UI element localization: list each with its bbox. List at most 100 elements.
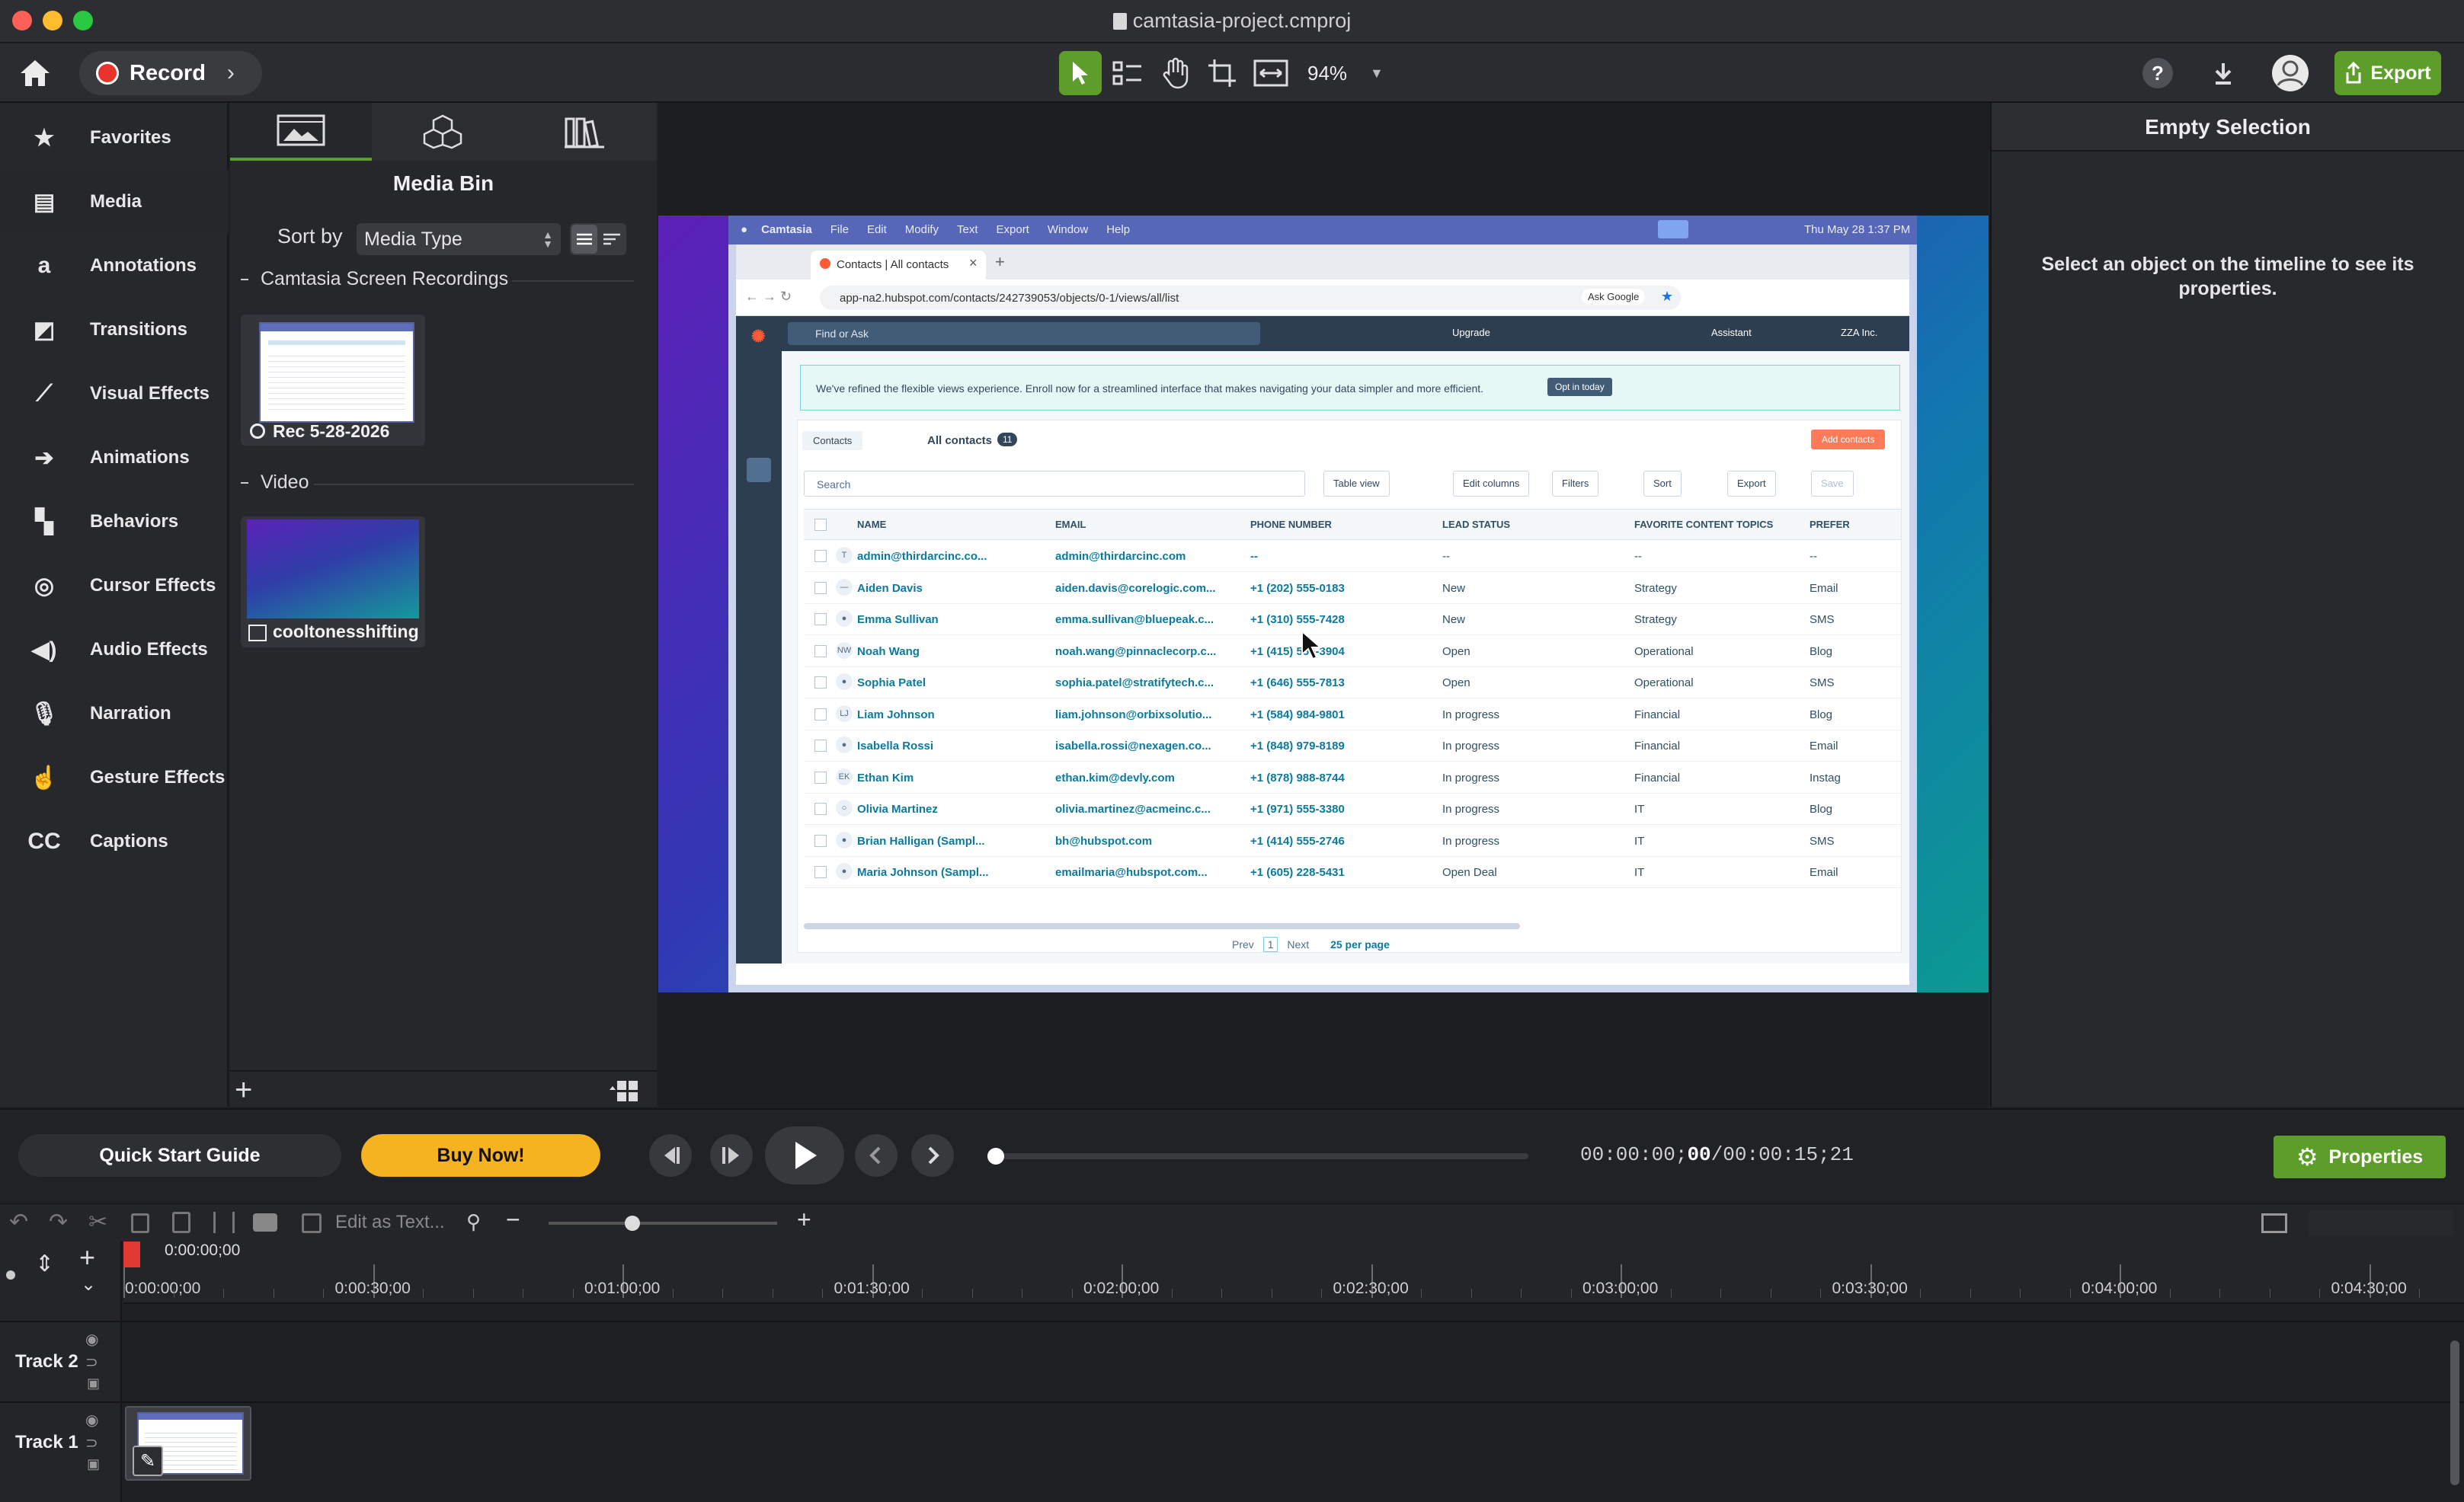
crop-tool-button[interactable] [1201, 51, 1243, 95]
timeline-toolbar: ↶ ↷ ✂ Edit as Text... ⚲ − + [0, 1203, 2464, 1242]
playhead-flag[interactable] [123, 1242, 140, 1267]
audio-link-icon[interactable]: ⊃ [85, 1353, 98, 1372]
scrub-handle[interactable] [987, 1148, 1004, 1165]
sidebar-item-media[interactable]: ▤ Media [0, 170, 229, 234]
ruler-label: 0:04:30;00 [2331, 1280, 2407, 1297]
help-button[interactable]: ? [2136, 51, 2179, 95]
previous-marker-button[interactable] [855, 1134, 898, 1177]
step-forward-button[interactable] [710, 1134, 753, 1177]
list-view-button[interactable] [571, 225, 597, 254]
media-item-video[interactable]: cooltonesshifting [241, 516, 425, 647]
track-1-clip[interactable]: ✎ [125, 1406, 251, 1481]
ruler-minor-tick [1670, 1289, 1672, 1298]
sidebar-item-transitions[interactable]: ◩ Transitions [0, 298, 229, 362]
table-cell-status: In progress [1442, 740, 1500, 753]
tab-assets[interactable] [514, 103, 655, 161]
home-button[interactable] [11, 51, 59, 95]
paste-icon[interactable] [172, 1212, 190, 1233]
tab-library[interactable] [372, 103, 514, 161]
play-button[interactable] [765, 1126, 844, 1184]
split-icon[interactable] [213, 1212, 235, 1233]
details-view-icon [603, 233, 620, 245]
video-canvas[interactable]: ● Camtasia File Edit Modify Text Export Window H… [658, 216, 1989, 992]
zoom-search-icon[interactable]: ⚲ [466, 1210, 481, 1234]
collapse-tracks-icon[interactable]: ⌄ [81, 1274, 96, 1296]
track-1-label: Track 1 [15, 1432, 78, 1452]
row-checkbox [814, 834, 827, 847]
zoom-in-icon[interactable]: + [797, 1206, 811, 1234]
table-row: Tadmin@thirdarcinc.co... admin@thirdarcin… [804, 541, 1901, 572]
media-item-recording[interactable]: Rec 5-28-2026 [241, 315, 425, 446]
add-media-button[interactable]: + [235, 1073, 252, 1107]
timeline-ruler[interactable]: 0:00:00;00 0:00:30;00 0:01:00;00 0:01:30;00… [123, 1242, 2464, 1304]
multi-select-tool-button[interactable] [1106, 51, 1149, 95]
zoom-level-select[interactable]: 94% ▼ [1300, 51, 1399, 95]
sidebar-item-animations[interactable]: ➔ Animations [0, 426, 229, 490]
properties-button[interactable]: ⚙ Properties [2274, 1136, 2446, 1178]
lock-icon[interactable]: ▣ [87, 1456, 100, 1472]
copy-icon[interactable] [131, 1213, 149, 1233]
ruler-ticks: 0:00:00;00 0:00:30;00 0:01:00;00 0:01:30;00… [123, 1242, 2464, 1304]
sidebar-item-label: Animations [90, 447, 190, 468]
scrub-bar[interactable] [995, 1153, 1528, 1159]
cut-icon[interactable]: ✂ [88, 1209, 107, 1235]
detach-timeline-icon[interactable] [2261, 1213, 2287, 1233]
chevron-left-icon [869, 1146, 881, 1165]
download-button[interactable] [2202, 51, 2245, 95]
zoom-out-icon[interactable]: − [506, 1206, 520, 1234]
timeline-zoom-fit-icon[interactable]: ⇕ [35, 1251, 54, 1277]
timeline-vscroll[interactable] [2450, 1341, 2459, 1485]
timeline-zoom-slider[interactable] [549, 1222, 777, 1225]
sidebar-item-behaviors[interactable]: ▚ Behaviors [0, 490, 229, 554]
sort-by-select[interactable]: Media Type ▲ ▼ [357, 223, 561, 255]
recording-menu-item: Text [956, 223, 978, 236]
eye-icon[interactable]: ◉ [85, 1330, 98, 1349]
tab-media-bin[interactable] [230, 103, 372, 161]
hubspot-banner-text: We've refined the flexible views experie… [816, 382, 1484, 395]
export-button[interactable]: Export [2334, 51, 2441, 95]
track-2-header[interactable]: Track 2 ◉ ⊃ ▣ [0, 1322, 122, 1401]
undo-icon[interactable]: ↶ [9, 1209, 28, 1235]
sidebar-item-cursor-effects[interactable]: ◎ Cursor Effects [0, 554, 229, 618]
account-button[interactable] [2267, 51, 2313, 95]
ruler-minor-tick [672, 1289, 674, 1298]
add-track-button[interactable]: + [79, 1242, 95, 1274]
group-video-header[interactable]: Video [241, 471, 309, 494]
edit-as-text-button[interactable]: Edit as Text... [335, 1212, 445, 1233]
record-dot-icon [96, 62, 119, 85]
pan-tool-button[interactable] [1154, 51, 1196, 95]
timeline-search-field[interactable] [2309, 1210, 2453, 1236]
redo-icon[interactable]: ↷ [49, 1209, 68, 1235]
sidebar-item-audio-effects[interactable]: ◀) Audio Effects [0, 618, 229, 682]
camera-icon[interactable] [253, 1213, 277, 1232]
edit-text-icon[interactable] [302, 1213, 322, 1233]
lock-icon[interactable]: ▣ [87, 1376, 100, 1392]
record-button[interactable]: Record › [79, 51, 262, 95]
pencil-icon[interactable]: ✎ [133, 1446, 163, 1476]
sidebar-item-gesture-effects[interactable]: ☝ Gesture Effects [0, 746, 229, 810]
contact-avatar: ● [836, 831, 853, 848]
group-recordings-header[interactable]: Camtasia Screen Recordings [241, 268, 508, 290]
recording-menubar: ● Camtasia File Edit Modify Text Export Window H… [728, 216, 1917, 244]
sidebar-item-visual-effects[interactable]: ⟋ Visual Effects [0, 362, 229, 426]
grid-view-icon[interactable] [610, 1078, 640, 1105]
fit-tool-button[interactable] [1248, 51, 1294, 95]
step-back-button[interactable] [649, 1134, 692, 1177]
ruler-label: 0:01:30;00 [834, 1280, 910, 1297]
details-view-button[interactable] [599, 225, 625, 254]
buy-now-button[interactable]: Buy Now! [361, 1134, 600, 1177]
ruler-minor-tick [1321, 1289, 1322, 1298]
sidebar-item-annotations[interactable]: a Annotations [0, 234, 229, 298]
sidebar-item-captions[interactable]: CC Captions [0, 810, 229, 874]
quick-start-guide-button[interactable]: Quick Start Guide [18, 1134, 341, 1177]
sidebar-item-label: Gesture Effects [90, 767, 226, 788]
timeline-zoom-handle[interactable] [625, 1216, 640, 1231]
cursor-icon: ◎ [34, 573, 55, 599]
eye-icon[interactable]: ◉ [85, 1411, 98, 1430]
next-marker-button[interactable] [911, 1134, 954, 1177]
audio-link-icon[interactable]: ⊃ [85, 1433, 98, 1452]
sidebar-item-favorites[interactable]: ★ Favorites [0, 106, 229, 170]
select-tool-button[interactable] [1059, 51, 1102, 95]
track-1-header[interactable]: Track 1 ◉ ⊃ ▣ [0, 1403, 122, 1482]
sidebar-item-narration[interactable]: 🎙 Narration [0, 682, 229, 746]
